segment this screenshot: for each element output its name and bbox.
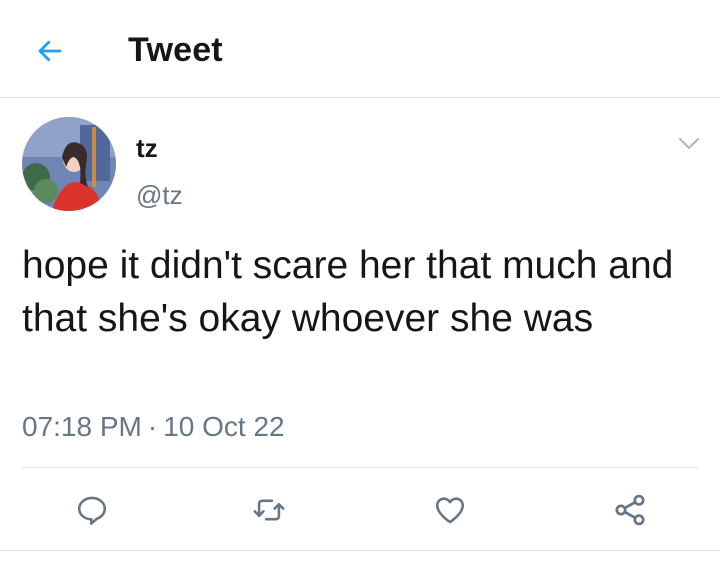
reply-button[interactable] (72, 490, 112, 530)
tweet-time: 07:18 PM (22, 411, 142, 442)
reply-icon (77, 496, 107, 525)
retweet-button[interactable] (249, 490, 289, 530)
top-bar: Tweet (0, 0, 720, 98)
author-name[interactable]: tz (136, 133, 158, 164)
arrow-left-icon (38, 40, 62, 62)
tweet-text: hope it didn't scare her that much and t… (22, 244, 674, 340)
heart-icon (435, 497, 465, 524)
share-icon (615, 494, 645, 526)
more-options-button[interactable] (674, 132, 704, 156)
chevron-down-icon (679, 138, 699, 149)
separator: · (147, 411, 158, 442)
tweet-date: 10 Oct 22 (163, 411, 285, 442)
timestamp: 07:18 PM · 10 Oct 22 (22, 411, 285, 443)
page-title: Tweet (128, 31, 223, 69)
like-button[interactable] (430, 490, 470, 530)
author-handle[interactable]: @tz (136, 180, 183, 211)
share-button[interactable] (610, 490, 650, 530)
avatar[interactable] (22, 117, 116, 211)
retweet-icon (253, 499, 285, 521)
back-button[interactable] (28, 29, 72, 73)
divider (22, 467, 699, 468)
bottom-divider (0, 550, 720, 551)
avatar-image (22, 117, 116, 211)
